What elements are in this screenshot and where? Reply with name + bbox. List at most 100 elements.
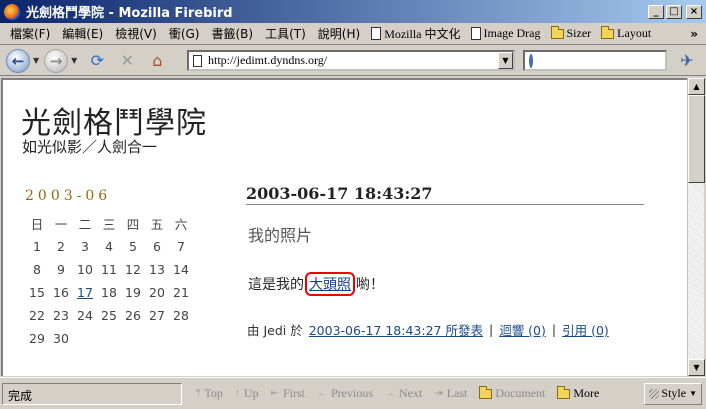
nav-link-label: Up — [243, 386, 259, 400]
nav-last-link[interactable]: ⇥ Last — [428, 386, 473, 401]
weekday-label: 四 — [126, 217, 140, 232]
navigation-toolbar: ← ▼ → ▼ ⟳ ✕ ⌂ ▼ ✈ — [0, 46, 706, 76]
site-navigation-bar: ⤒ Top ↑ Up ⇤ First ← Previous → Next ⇥ Last Do… — [190, 383, 605, 405]
folder-icon — [557, 385, 571, 399]
menu-bar: 檔案(F) 編輯(E) 檢視(V) 衝(G) 書籤(B) 工具(T) 說明(H)… — [0, 23, 706, 45]
folder-icon — [479, 385, 493, 399]
page-viewport: 光劍格鬥學院 如光似影／人劍合一 2003-06 日 一 二 三 四 五 六 1… — [1, 78, 687, 376]
close-button[interactable]: × — [686, 4, 702, 19]
firebird-logo-icon — [4, 3, 20, 20]
nav-link-label: More — [573, 386, 600, 400]
bookmark-mozilla-chinese[interactable]: Mozilla 中文化 — [366, 25, 465, 42]
calendar-day: 10 — [77, 262, 93, 277]
forward-history-dropdown[interactable]: ▼ — [71, 56, 77, 65]
folder-icon — [550, 25, 564, 39]
forward-button[interactable]: → — [44, 48, 69, 73]
calendar-day: 14 — [173, 262, 189, 277]
arrow-top-icon: ⤒ — [196, 388, 201, 399]
reload-button[interactable]: ⟳ — [86, 50, 108, 72]
calendar-day: 12 — [125, 262, 141, 277]
weekday-label: 六 — [174, 217, 188, 232]
nav-document-menu[interactable]: Document — [473, 385, 551, 401]
calendar-day: 8 — [33, 262, 41, 277]
calendar-day — [121, 327, 145, 350]
bookmark-image-drag[interactable]: Image Drag — [466, 26, 546, 41]
address-history-dropdown[interactable]: ▼ — [498, 52, 513, 69]
bookmark-label: Mozilla 中文化 — [384, 27, 461, 41]
chevron-down-icon: ▼ — [689, 389, 697, 398]
folder-icon — [601, 25, 615, 39]
status-bar: 完成 ⤒ Top ↑ Up ⇤ First ← Previous → Next ⇥ Last… — [0, 377, 706, 409]
calendar-week-row: 8 9 10 11 12 13 14 — [25, 258, 193, 281]
stop-button[interactable]: ✕ — [116, 50, 138, 72]
arrow-next-icon: → — [385, 388, 395, 399]
back-button[interactable]: ← — [6, 48, 30, 73]
vertical-scrollbar[interactable]: ▲ ▼ — [687, 78, 705, 376]
calendar-week-row: 29 30 — [25, 327, 193, 350]
menu-edit[interactable]: 編輯(E) — [56, 25, 109, 42]
post-meta: 由 Jedi 於 2003-06-17 18:43:27 所發表 | 迴響 (0… — [247, 320, 609, 339]
calendar-day-link[interactable]: 17 — [77, 285, 93, 300]
scroll-up-button[interactable]: ▲ — [688, 78, 705, 95]
weekday-label: 二 — [78, 217, 92, 232]
permalink-link[interactable]: 2003-06-17 18:43:27 所發表 — [309, 320, 483, 339]
maximize-button[interactable]: □ — [666, 4, 682, 19]
arrow-up-icon: ↑ — [234, 388, 240, 399]
menu-help[interactable]: 說明(H) — [312, 25, 366, 42]
photo-link[interactable]: 大頭照 — [305, 272, 355, 296]
bookmarks-overflow-button[interactable]: » — [690, 27, 698, 41]
nav-more-menu[interactable]: More — [551, 385, 605, 401]
calendar-day: 15 — [29, 285, 45, 300]
address-input[interactable] — [208, 53, 498, 68]
comments-link[interactable]: 迴響 (0) — [499, 320, 546, 339]
calendar-day: 20 — [149, 285, 165, 300]
page-icon — [470, 27, 481, 40]
nav-next-link[interactable]: → Next — [379, 386, 428, 401]
window-titlebar: 光劍格鬥學院 - Mozilla Firebird _ □ × — [0, 0, 706, 23]
search-input[interactable] — [537, 53, 692, 68]
scroll-thumb[interactable] — [688, 95, 705, 183]
calendar-week-row: 1 2 3 4 5 6 7 — [25, 235, 193, 258]
reload-icon: ⟳ — [90, 51, 105, 70]
weekday-label: 一 — [54, 217, 68, 232]
post-divider — [246, 204, 644, 205]
nav-up-link[interactable]: ↑ Up — [229, 386, 265, 401]
calendar-week-row: 15 16 17 18 19 20 21 — [25, 281, 193, 304]
calendar-day: 24 — [77, 308, 93, 323]
back-history-dropdown[interactable]: ▼ — [33, 56, 39, 65]
scroll-down-button[interactable]: ▼ — [688, 359, 705, 376]
calendar-day: 25 — [101, 308, 117, 323]
nav-first-link[interactable]: ⇤ First — [265, 386, 311, 401]
post-author: 由 Jedi 於 — [247, 323, 303, 338]
nav-previous-link[interactable]: ← Previous — [311, 386, 379, 401]
throbber-icon: ✈ — [680, 51, 694, 70]
menu-tools[interactable]: 工具(T) — [259, 25, 312, 42]
menu-view[interactable]: 檢視(V) — [109, 25, 163, 42]
style-selector-button[interactable]: Style ▼ — [644, 382, 702, 405]
menu-file[interactable]: 檔案(F) — [4, 25, 56, 42]
calendar-day: 22 — [29, 308, 45, 323]
home-button[interactable]: ⌂ — [146, 50, 168, 72]
bookmark-folder-layout[interactable]: Layout — [596, 25, 656, 41]
post-body: 這是我的 大頭照 喲！ — [248, 272, 384, 296]
search-box — [523, 50, 692, 71]
calendar-day: 7 — [177, 239, 185, 254]
grip-icon — [649, 388, 660, 399]
site-subtitle: 如光似影／人劍合一 — [22, 138, 158, 156]
page-icon — [193, 54, 202, 67]
bookmark-folder-sizer[interactable]: Sizer — [546, 25, 597, 41]
calendar-day: 11 — [101, 262, 117, 277]
bookmark-label: Sizer — [566, 26, 592, 40]
menu-go[interactable]: 衝(G) — [163, 25, 206, 42]
calendar-day: 16 — [53, 285, 69, 300]
calendar-day: 9 — [57, 262, 65, 277]
trackback-link[interactable]: 引用 (0) — [562, 320, 609, 339]
meta-separator: | — [551, 322, 557, 337]
post-body-text: 這是我的 — [248, 277, 304, 293]
meta-separator: | — [488, 322, 494, 337]
minimize-button[interactable]: _ — [648, 4, 664, 19]
menu-bookmarks[interactable]: 書籤(B) — [205, 25, 259, 42]
page-icon — [371, 27, 382, 40]
nav-top-link[interactable]: ⤒ Top — [190, 386, 229, 401]
calendar-day — [145, 327, 169, 350]
